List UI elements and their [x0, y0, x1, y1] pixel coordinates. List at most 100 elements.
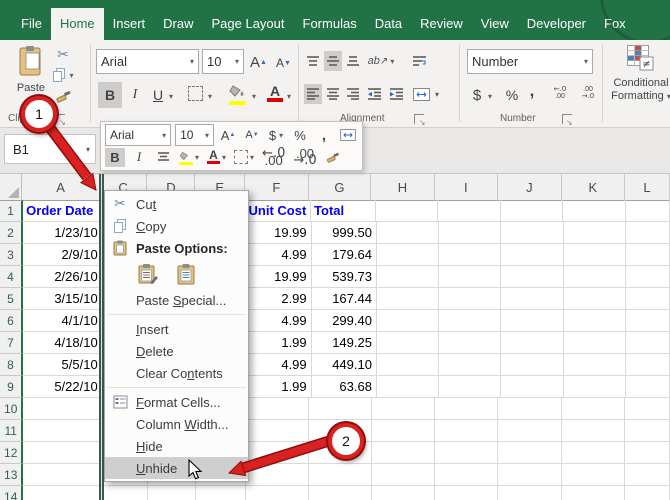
menu-item-cut[interactable]: ✂ Cut — [105, 193, 248, 215]
cell-F7[interactable]: 1.99 — [245, 332, 312, 354]
menu-item-copy[interactable]: Copy — [105, 215, 248, 237]
cell-J3[interactable] — [501, 244, 564, 266]
menu-item-paste-special[interactable]: Paste Special... — [105, 289, 248, 311]
row-header-10[interactable]: 10 — [0, 398, 24, 420]
mini-format-painter-button[interactable] — [323, 148, 343, 167]
column-header-H[interactable]: H — [371, 174, 435, 201]
cell-H11[interactable] — [371, 420, 435, 442]
row-header-7[interactable]: 7 — [0, 332, 24, 354]
cell-F3[interactable]: 4.99 — [245, 244, 312, 266]
cell-G1[interactable]: Total — [311, 200, 376, 222]
paste-formatting-button[interactable] — [135, 261, 161, 287]
cell-L3[interactable] — [625, 244, 670, 266]
tab-page-layout[interactable]: Page Layout — [203, 8, 294, 40]
merge-center-button[interactable] — [410, 84, 432, 104]
cell-I13[interactable] — [434, 464, 499, 486]
cell-I3[interactable] — [439, 244, 502, 266]
cell-A11[interactable] — [23, 420, 101, 442]
cell-K2[interactable] — [563, 222, 626, 244]
cell-J9[interactable] — [501, 376, 564, 398]
align-left-button[interactable] — [304, 84, 322, 104]
cell-G10[interactable] — [309, 398, 372, 420]
cell-L6[interactable] — [625, 310, 670, 332]
cell-F9[interactable]: 1.99 — [245, 376, 312, 398]
number-dialog-launcher[interactable] — [561, 113, 573, 127]
cell-G6[interactable]: 299.40 — [311, 310, 377, 332]
conditional-formatting-button[interactable]: ≠ Conditional Formatting ▾ — [606, 44, 670, 103]
cell-F11[interactable] — [245, 420, 310, 442]
mini-decrease-decimal-button[interactable]: .00 →.0 — [291, 147, 318, 167]
mini-comma-button[interactable]: , — [314, 126, 334, 145]
cell-A3[interactable]: 2/9/10 — [23, 244, 103, 266]
mini-italic-button[interactable]: I — [129, 148, 149, 167]
cell-K1[interactable] — [563, 200, 626, 222]
cell-F14[interactable] — [246, 486, 310, 500]
cell-H2[interactable] — [376, 222, 440, 244]
tab-review[interactable]: Review — [411, 8, 472, 40]
merge-center-dropdown[interactable]: ▾ — [435, 90, 439, 99]
menu-item-column-width[interactable]: Column Width... — [105, 413, 248, 435]
mini-bold-button[interactable]: B — [105, 147, 125, 167]
cell-A4[interactable]: 2/26/10 — [23, 266, 103, 288]
cell-H5[interactable] — [376, 288, 440, 310]
font-color-dropdown[interactable]: ▾ — [287, 92, 291, 101]
cell-L9[interactable] — [625, 376, 670, 398]
cell-I9[interactable] — [439, 376, 502, 398]
mini-increase-decimal-button[interactable]: ←.0.00 — [260, 147, 287, 167]
column-header-J[interactable]: J — [498, 174, 562, 201]
cell-I6[interactable] — [439, 310, 502, 332]
fill-color-button[interactable] — [229, 84, 249, 106]
cell-I2[interactable] — [439, 222, 502, 244]
cell-I10[interactable] — [434, 398, 499, 420]
cell-I5[interactable] — [439, 288, 502, 310]
column-header-L[interactable]: L — [625, 174, 670, 201]
mini-font-name-combo[interactable]: Arial ▾ — [105, 124, 172, 146]
cell-A10[interactable] — [23, 398, 101, 420]
cell-K12[interactable] — [561, 442, 626, 464]
mini-borders-button[interactable]: ▾ — [232, 148, 256, 167]
cell-J6[interactable] — [501, 310, 564, 332]
italic-button[interactable]: I — [126, 82, 144, 108]
menu-item-clear-contents[interactable]: Clear Contents — [105, 362, 248, 384]
increase-indent-button[interactable] — [386, 84, 406, 104]
cell-I7[interactable] — [439, 332, 502, 354]
column-header-A[interactable]: A — [22, 174, 100, 201]
cell-H6[interactable] — [376, 310, 440, 332]
cell-L4[interactable] — [625, 266, 670, 288]
cell-H12[interactable] — [371, 442, 435, 464]
cell-G4[interactable]: 539.73 — [311, 266, 377, 288]
cell-F2[interactable]: 19.99 — [245, 222, 312, 244]
cell-K14[interactable] — [562, 486, 626, 500]
tab-insert[interactable]: Insert — [104, 8, 155, 40]
column-header-F[interactable]: F — [245, 174, 309, 201]
cell-H1[interactable] — [375, 200, 439, 222]
orientation-button[interactable]: ab ↗ ▾ — [366, 51, 396, 71]
decrease-indent-button[interactable] — [364, 84, 384, 104]
row-header-11[interactable]: 11 — [0, 420, 24, 442]
mini-increase-font-button[interactable]: A ▲ — [218, 126, 238, 145]
cell-A13[interactable] — [23, 464, 101, 486]
tab-home[interactable]: Home — [50, 8, 104, 40]
menu-item-unhide[interactable]: Unhide — [105, 457, 248, 479]
cell-I11[interactable] — [434, 420, 499, 442]
name-box[interactable]: B1 ▾ — [4, 134, 96, 164]
copy-button[interactable]: ▾ — [52, 66, 74, 84]
tab-draw[interactable]: Draw — [154, 8, 202, 40]
cell-A7[interactable]: 4/18/10 — [23, 332, 103, 354]
bottom-align-button[interactable] — [344, 51, 362, 71]
cell-K7[interactable] — [563, 332, 626, 354]
row-header-1[interactable]: 1 — [0, 200, 24, 222]
cell-J14[interactable] — [498, 486, 562, 500]
row-header-12[interactable]: 12 — [0, 442, 24, 464]
mini-accounting-button[interactable]: $ ▾ — [266, 126, 286, 145]
increase-decimal-button[interactable]: ←.0.00 — [548, 86, 572, 101]
cell-C14[interactable] — [100, 486, 149, 500]
cell-H9[interactable] — [376, 376, 440, 398]
column-header-G[interactable]: G — [308, 174, 372, 201]
borders-button[interactable] — [188, 86, 203, 101]
cell-H8[interactable] — [376, 354, 440, 376]
column-header-I[interactable]: I — [434, 174, 499, 201]
cell-K10[interactable] — [561, 398, 626, 420]
row-header-5[interactable]: 5 — [0, 288, 24, 310]
row-header-8[interactable]: 8 — [0, 354, 24, 376]
